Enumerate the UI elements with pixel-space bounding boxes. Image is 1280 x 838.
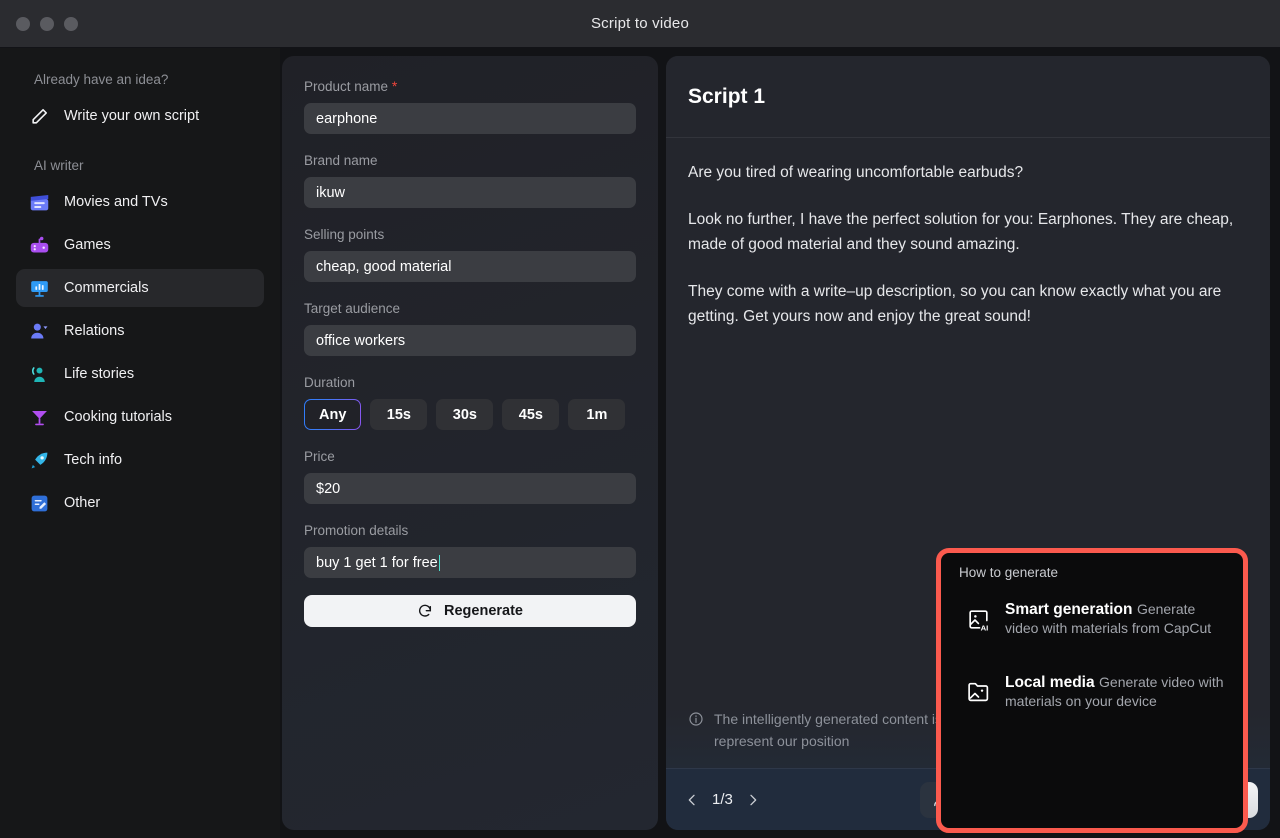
presentation-icon <box>28 277 50 299</box>
form-panel: Product name * earphone Brand name ikuw … <box>282 56 658 830</box>
people-icon <box>28 320 50 342</box>
app-window: Script to video Already have an idea? Wr… <box>0 0 1280 838</box>
sidebar-item-commercials[interactable]: Commercials <box>16 269 264 307</box>
duration-option-any[interactable]: Any <box>304 399 361 430</box>
popup-title: How to generate <box>955 565 1229 580</box>
window-title: Script to video <box>0 15 1280 32</box>
svg-text:AI: AI <box>980 623 988 631</box>
duration-option-45s[interactable]: 45s <box>502 399 559 430</box>
field-label-brand-name: Brand name <box>304 153 636 168</box>
popup-option-text: Smart generation Generate video with mat… <box>1005 600 1225 639</box>
note-edit-icon <box>28 492 50 514</box>
input-value: earphone <box>316 111 377 127</box>
sidebar-item-games[interactable]: Games <box>16 226 264 264</box>
folder-image-icon <box>965 679 991 705</box>
title-bar: Script to video <box>0 0 1280 48</box>
duration-option-15s[interactable]: 15s <box>370 399 427 430</box>
maximize-button[interactable] <box>64 17 78 31</box>
duration-option-1m[interactable]: 1m <box>568 399 625 430</box>
gamepad-icon <box>28 234 50 256</box>
input-value: ikuw <box>316 185 345 201</box>
clapperboard-icon <box>28 191 50 213</box>
sidebar-item-movies-and-tvs[interactable]: Movies and TVs <box>16 183 264 221</box>
required-asterisk: * <box>388 78 397 94</box>
sidebar-item-life-stories[interactable]: Life stories <box>16 355 264 393</box>
how-to-generate-popup: How to generate AI Smart generation Gene… <box>936 548 1248 833</box>
duration-option-30s[interactable]: 30s <box>436 399 493 430</box>
price-input[interactable]: $20 <box>304 473 636 504</box>
sidebar-item-write-your-own-script[interactable]: Write your own script <box>16 97 264 135</box>
script-paragraph: They come with a write–up description, s… <box>688 279 1248 329</box>
brand-name-input[interactable]: ikuw <box>304 177 636 208</box>
regenerate-button[interactable]: Regenerate <box>304 595 636 627</box>
label-text: Product name <box>304 79 388 94</box>
input-value: office workers <box>316 333 405 349</box>
sidebar-item-tech-info[interactable]: Tech info <box>16 441 264 479</box>
selling-points-input[interactable]: cheap, good material <box>304 251 636 282</box>
popup-option-heading: Smart generation <box>1005 601 1132 618</box>
field-label-target-audience: Target audience <box>304 301 636 316</box>
sidebar-item-label: Other <box>64 495 100 511</box>
cocktail-icon <box>28 406 50 428</box>
sidebar-spacer <box>16 140 264 152</box>
sidebar-item-relations[interactable]: Relations <box>16 312 264 350</box>
rocket-icon <box>28 449 50 471</box>
field-label-price: Price <box>304 449 636 464</box>
sidebar-item-label: Movies and TVs <box>64 194 168 210</box>
sidebar-section-idea: Already have an idea? <box>16 66 264 97</box>
ai-image-icon: AI <box>965 606 991 632</box>
popup-option-smart-generation[interactable]: AI Smart generation Generate video with … <box>955 594 1229 645</box>
target-audience-input[interactable]: office workers <box>304 325 636 356</box>
field-label-promotion-details: Promotion details <box>304 523 636 538</box>
popup-inner: How to generate AI Smart generation Gene… <box>941 553 1243 731</box>
product-name-input[interactable]: earphone <box>304 103 636 134</box>
input-value: cheap, good material <box>316 259 451 275</box>
refresh-icon <box>417 603 433 619</box>
text-caret <box>439 555 441 571</box>
sidebar-item-label: Relations <box>64 323 124 339</box>
script-paragraph: Are you tired of wearing uncomfortable e… <box>688 160 1248 185</box>
duration-options: Any 15s 30s 45s 1m <box>304 399 636 430</box>
close-button[interactable] <box>16 17 30 31</box>
popup-gap <box>955 645 1229 667</box>
sidebar-item-label: Cooking tutorials <box>64 409 172 425</box>
popup-option-text: Local media Generate video with material… <box>1005 673 1225 712</box>
sidebar-item-label: Tech info <box>64 452 122 468</box>
sidebar-item-other[interactable]: Other <box>16 484 264 522</box>
sidebar-item-label: Games <box>64 237 111 253</box>
field-label-product-name: Product name * <box>304 78 636 94</box>
window-controls <box>0 17 78 31</box>
script-pager: 1/3 <box>684 791 761 808</box>
sidebar-item-cooking-tutorials[interactable]: Cooking tutorials <box>16 398 264 436</box>
sidebar-item-label: Life stories <box>64 366 134 382</box>
pencil-icon <box>28 105 50 127</box>
page-indicator: 1/3 <box>712 791 733 808</box>
script-paragraph: Look no further, I have the perfect solu… <box>688 207 1248 257</box>
script-header: Script 1 <box>666 56 1270 138</box>
popup-option-heading: Local media <box>1005 674 1095 691</box>
sidebar-item-label: Write your own script <box>64 108 199 124</box>
sidebar-item-label: Commercials <box>64 280 149 296</box>
info-icon <box>688 711 704 727</box>
person-wave-icon <box>28 363 50 385</box>
chevron-right-icon[interactable] <box>745 792 761 808</box>
script-title: Script 1 <box>688 85 765 109</box>
input-value: buy 1 get 1 for free <box>316 555 438 571</box>
regenerate-label: Regenerate <box>444 603 523 619</box>
sidebar-section-ai-writer: AI writer <box>16 152 264 183</box>
minimize-button[interactable] <box>40 17 54 31</box>
field-label-duration: Duration <box>304 375 636 390</box>
field-label-selling-points: Selling points <box>304 227 636 242</box>
promotion-details-input[interactable]: buy 1 get 1 for free <box>304 547 636 578</box>
input-value: $20 <box>316 481 340 497</box>
popup-option-local-media[interactable]: Local media Generate video with material… <box>955 667 1229 718</box>
sidebar: Already have an idea? Write your own scr… <box>0 48 280 838</box>
chevron-left-icon[interactable] <box>684 792 700 808</box>
